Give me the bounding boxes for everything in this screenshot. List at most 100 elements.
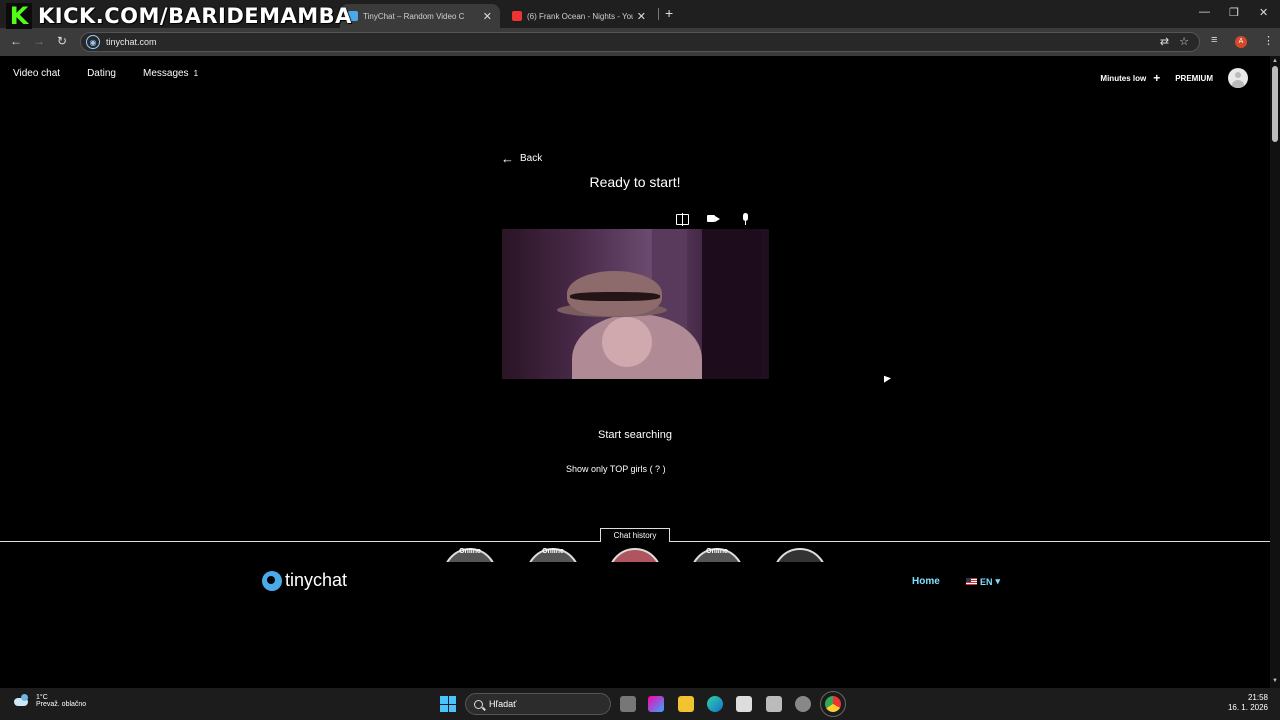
chat-history-thumb[interactable]: Online — [526, 548, 580, 562]
weather-widget[interactable]: 1°C Prevaž. oblačno — [12, 692, 86, 710]
system-clock[interactable]: 21:58 16. 1. 2026 — [1228, 693, 1268, 713]
scroll-up-icon[interactable]: ▲ — [1272, 58, 1278, 64]
chat-history-thumb[interactable]: Online — [443, 548, 497, 562]
close-tab-icon[interactable]: ✕ — [483, 10, 492, 23]
taskbar-search[interactable]: Hľadať — [465, 693, 611, 715]
close-tab-icon[interactable]: ✕ — [637, 10, 646, 23]
translate-icon[interactable]: ⇄ — [1160, 35, 1169, 48]
messages-count-badge: 1 — [193, 69, 199, 78]
kick-overlay-text: KICK.COM/BARIDEMAMBA — [38, 4, 352, 28]
tinychat-logo-icon — [262, 570, 282, 591]
video-background — [702, 229, 762, 379]
clock-date: 16. 1. 2026 — [1227, 703, 1268, 712]
media-controls — [676, 212, 753, 226]
camera-icon[interactable] — [707, 212, 721, 226]
tab-tinychat[interactable]: TinyChat – Random Video C ✕ — [340, 4, 500, 28]
scroll-thumb[interactable] — [1272, 66, 1278, 142]
tab-title: TinyChat – Random Video C — [363, 11, 465, 21]
language-label: EN — [980, 576, 993, 587]
top-girls-toggle[interactable]: Show only TOP girls ( ? ) — [566, 464, 666, 474]
chat-history-thumb[interactable] — [608, 548, 662, 562]
youtube-favicon-icon — [512, 11, 522, 21]
outlook-icon[interactable] — [766, 696, 782, 712]
page-scrollbar[interactable]: ▲ ▼ — [1270, 56, 1280, 688]
microphone-icon[interactable] — [739, 212, 753, 226]
us-flag-icon — [966, 578, 977, 585]
mirror-video-icon[interactable] — [676, 213, 689, 226]
profile-avatar[interactable]: A — [1235, 36, 1247, 48]
new-tab-button[interactable]: + — [665, 5, 673, 21]
online-status: Online — [459, 548, 481, 555]
temperature: 1°C — [36, 694, 48, 701]
mouse-cursor-icon — [884, 375, 891, 386]
minutes-low-label: Minutes low — [1100, 73, 1147, 83]
media-control-icon[interactable]: ≡ — [1211, 34, 1217, 46]
footer-home-link[interactable]: Home — [912, 576, 940, 587]
language-selector[interactable]: EN ▾ — [966, 576, 1000, 587]
back-label: Back — [520, 153, 543, 164]
url-text: tinychat.com — [106, 37, 157, 47]
edge-icon[interactable] — [707, 696, 723, 712]
page-title: Ready to start! — [589, 174, 681, 190]
tab-title: (6) Frank Ocean - Nights - YouTu — [527, 11, 633, 21]
store-icon[interactable] — [736, 696, 752, 712]
chrome-icon[interactable] — [820, 691, 846, 717]
search-icon — [474, 699, 483, 709]
browser-toolbar: ← → ↻ ◉ tinychat.com ⇄ ☆ ≡ ⋮ — [0, 28, 1280, 56]
forward-arrow-icon[interactable]: → — [33, 34, 45, 48]
chevron-down-icon: ▾ — [995, 576, 1001, 586]
stream-overlay: K KICK.COM/BARIDEMAMBA — [6, 3, 352, 29]
app-icon[interactable] — [795, 696, 811, 712]
chat-history-thumb[interactable]: Online — [690, 548, 744, 562]
menu-kebab-icon[interactable]: ⋮ — [1263, 34, 1274, 47]
windows-start-icon[interactable] — [440, 696, 456, 712]
back-arrow-icon[interactable]: ← — [10, 34, 22, 48]
site-info-icon[interactable]: ◉ — [86, 35, 100, 49]
user-avatar[interactable] — [1228, 68, 1248, 88]
nav-messages[interactable]: Messages 1 — [143, 68, 198, 79]
premium-link[interactable]: PREMIUM — [1175, 74, 1213, 83]
reload-icon[interactable]: ↻ — [57, 34, 67, 48]
windows-taskbar: 1°C Prevaž. oblačno Hľadať 21:58 16. 1. … — [0, 688, 1280, 720]
search-placeholder: Hľadať — [489, 699, 517, 709]
nav-messages-label: Messages — [142, 68, 189, 79]
back-link[interactable]: ← Back — [501, 151, 542, 166]
nav-video-chat[interactable]: Video chat — [13, 68, 60, 79]
nav-dating[interactable]: Dating — [87, 68, 116, 79]
weather-description: Prevaž. oblačno — [36, 701, 87, 708]
bookmark-star-icon[interactable]: ☆ — [1179, 35, 1189, 48]
video-hat — [570, 292, 660, 301]
browser-tab-bar: K KICK.COM/BARIDEMAMBA TinyChat – Random… — [0, 0, 1280, 29]
task-view-icon[interactable] — [620, 696, 636, 712]
add-minutes-button[interactable]: + — [1153, 71, 1160, 85]
tinychat-logo[interactable]: tinychat — [262, 570, 347, 591]
scroll-down-icon[interactable]: ▼ — [1272, 678, 1278, 684]
chat-history-tab[interactable]: Chat history — [600, 528, 670, 542]
file-explorer-icon[interactable] — [678, 696, 694, 712]
kick-logo: K — [6, 3, 32, 29]
minimize-button[interactable]: — — [1199, 6, 1210, 18]
start-searching-button[interactable]: Start searching — [0, 429, 1270, 441]
online-status: Online — [542, 548, 564, 555]
thumb-avatar — [773, 548, 827, 562]
address-bar[interactable]: ◉ tinychat.com ⇄ ☆ — [80, 32, 1200, 52]
account-navigation: Minutes low + PREMIUM — [1100, 68, 1248, 88]
online-status: Online — [706, 548, 728, 555]
weather-cloud-icon — [12, 692, 30, 710]
video-person — [602, 317, 652, 367]
help-icon[interactable]: ( ? ) — [650, 464, 666, 474]
webcam-preview — [502, 229, 769, 379]
close-window-button[interactable]: ✕ — [1259, 6, 1268, 19]
tab-separator — [658, 8, 659, 20]
tinychat-page: Video chat Dating Messages 1 Minutes low … — [0, 56, 1270, 688]
brand-name: tinychat — [285, 570, 348, 590]
copilot-icon[interactable] — [648, 696, 664, 712]
restore-button[interactable]: ❐ — [1229, 6, 1239, 19]
top-navigation: Video chat Dating Messages 1 — [13, 68, 198, 79]
tab-youtube[interactable]: (6) Frank Ocean - Nights - YouTu ✕ — [504, 4, 654, 28]
thumb-avatar — [608, 548, 662, 562]
top-girls-label: Show only TOP girls — [566, 464, 648, 474]
clock-time: 21:58 — [1247, 693, 1268, 702]
back-arrow-icon: ← — [501, 151, 514, 166]
chat-history-thumb[interactable] — [773, 548, 827, 562]
